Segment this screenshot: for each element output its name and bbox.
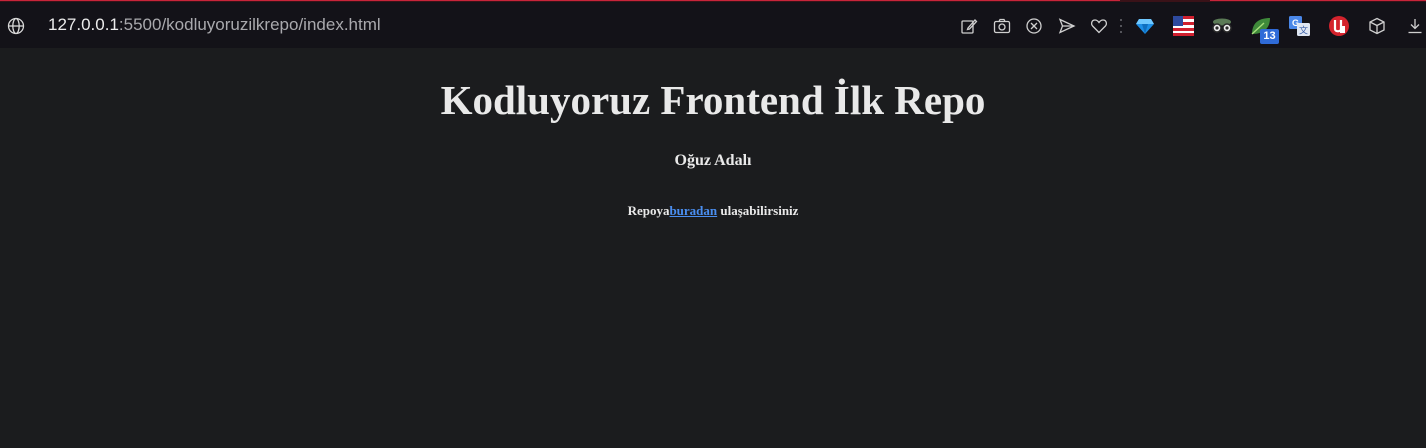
translate-extension-icon[interactable]: G 文 [1289,15,1311,37]
repo-suffix: ulaşabilirsiniz [717,203,799,218]
svg-text:文: 文 [1299,25,1308,36]
close-circle-icon[interactable] [1023,15,1045,37]
screenshot-icon[interactable] [991,15,1013,37]
author-name: Oğuz Adalı [674,152,752,169]
spy-extension-icon[interactable] [1211,15,1233,37]
url-path: :5500/kodluyoruzilkrepo/index.html [118,15,381,34]
heart-icon[interactable] [1088,15,1110,37]
globe-icon[interactable] [7,17,25,35]
edit-page-icon[interactable] [958,15,980,37]
page-content: Kodluyoruz Frontend İlk Repo Oğuz Adalı … [0,48,1426,448]
url-field[interactable]: 127.0.0.1:5500/kodluyoruzilkrepo/index.h… [48,15,381,35]
address-bar: 127.0.0.1:5500/kodluyoruzilkrepo/index.h… [0,2,1426,48]
send-icon[interactable] [1056,15,1078,37]
diamond-extension-icon[interactable] [1134,15,1156,37]
repo-sentence: Repoyaburadan ulaşabilirsiniz [0,203,1426,219]
toolbar-separator [1120,19,1122,33]
repo-link[interactable]: buradan [669,203,717,218]
download-icon[interactable] [1404,15,1426,37]
repo-prefix: Repoya [627,203,670,218]
cube-extension-icon[interactable] [1366,15,1388,37]
ublock-extension-icon[interactable] [1328,15,1350,37]
active-tab-indicator [0,0,1120,1]
tab-indicator [1210,0,1426,1]
page-title: Kodluyoruz Frontend İlk Repo [440,77,986,123]
us-flag-extension-icon[interactable] [1172,15,1194,37]
url-host: 127.0.0.1 [48,15,119,34]
extension-badge: 13 [1260,29,1279,44]
